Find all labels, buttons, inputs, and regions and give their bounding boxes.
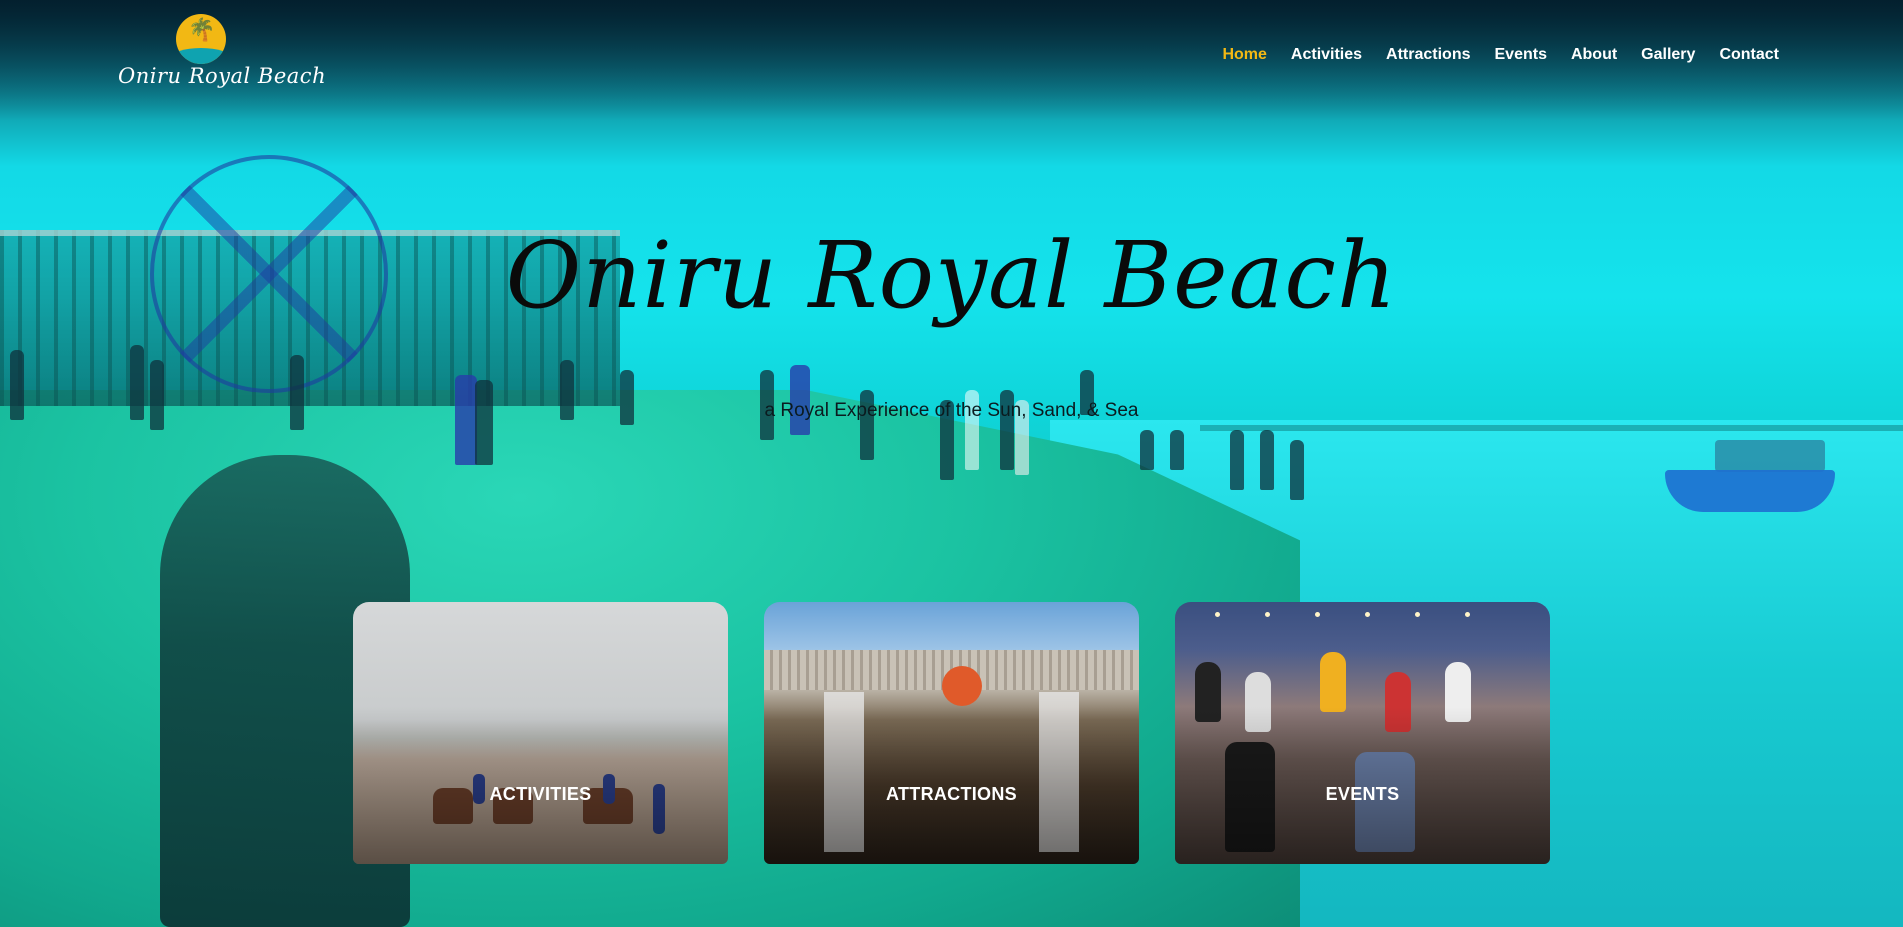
- card-activities[interactable]: ACTIVITIES: [353, 602, 728, 864]
- palm-tree-icon: 🌴: [188, 18, 216, 43]
- nav-item-gallery[interactable]: Gallery: [1641, 46, 1695, 64]
- nav-item-attractions[interactable]: Attractions: [1386, 46, 1470, 64]
- feature-cards: ACTIVITIES ATTRACTIONS EVENTS: [353, 602, 1550, 864]
- boat: [1665, 470, 1835, 512]
- site-logo[interactable]: 🌴 Oniru Royal Beach: [118, 12, 326, 102]
- nav-item-contact[interactable]: Contact: [1719, 46, 1779, 64]
- nav-item-events[interactable]: Events: [1495, 46, 1547, 64]
- main-nav: Home Activities Attractions Events About…: [1222, 46, 1779, 64]
- nav-item-home[interactable]: Home: [1222, 46, 1266, 64]
- boat-canopy: [1715, 440, 1825, 472]
- card-label: ATTRACTIONS: [886, 784, 1017, 804]
- card-attractions[interactable]: ATTRACTIONS: [764, 602, 1139, 864]
- nav-item-activities[interactable]: Activities: [1291, 46, 1362, 64]
- nav-item-about[interactable]: About: [1571, 46, 1617, 64]
- card-events[interactable]: EVENTS: [1175, 602, 1550, 864]
- header: 🌴 Oniru Royal Beach Home Activities Attr…: [0, 0, 1903, 120]
- hero-subtitle: a Royal Experience of the Sun, Sand, & S…: [764, 400, 1139, 421]
- card-label: ACTIVITIES: [489, 784, 592, 804]
- logo-text: Oniru Royal Beach: [118, 64, 327, 88]
- card-label: EVENTS: [1325, 784, 1400, 804]
- hero-title: Oniru Royal Beach: [505, 222, 1398, 329]
